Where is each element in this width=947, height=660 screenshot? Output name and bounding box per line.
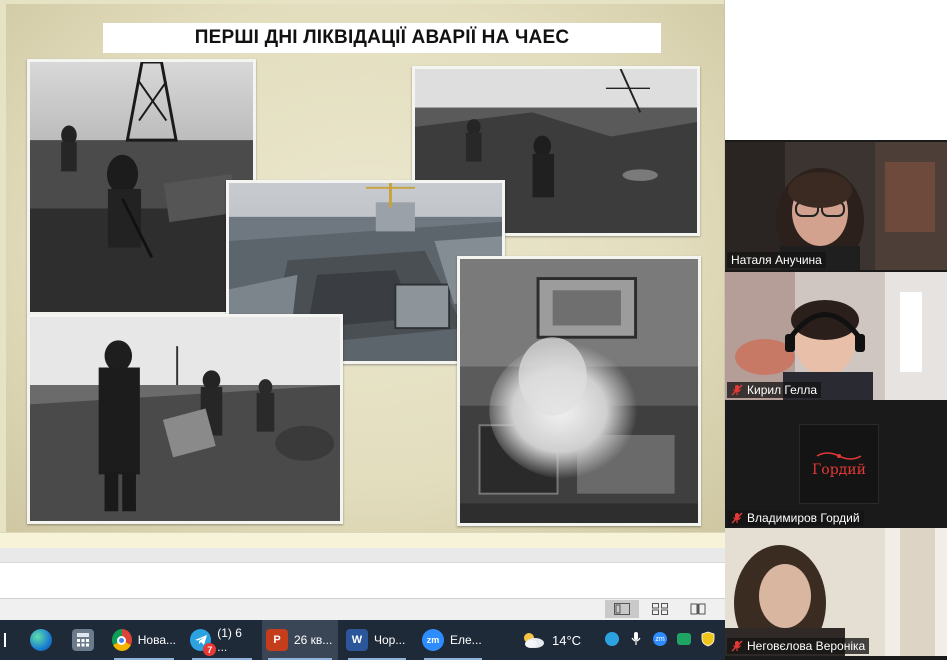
- mic-muted-icon: [731, 512, 743, 524]
- taskbar-telegram[interactable]: 7 (1) 6 ...: [186, 620, 258, 660]
- liquidators-on-roof-photo: [27, 59, 256, 315]
- cloud-sun-icon: [524, 633, 544, 648]
- participant-video: [725, 272, 947, 400]
- slide-title: ПЕРШІ ДНІ ЛІКВІДАЦІЇ АВАРІЇ НА ЧАЕС: [103, 23, 661, 53]
- telegram-icon: 7: [190, 629, 217, 656]
- taskbar-powerpoint[interactable]: P 26 кв...: [262, 620, 338, 660]
- slide-canvas: ПЕРШІ ДНІ ЛІКВІДАЦІЇ АВАРІЇ НА ЧАЕС: [0, 0, 725, 548]
- participant-name-label: Кирил Гелла: [727, 382, 822, 398]
- participant-tile-veronika[interactable]: Неговєлова Вероніка: [725, 528, 947, 656]
- slide-scroll-area[interactable]: [0, 548, 725, 562]
- security-shield-icon[interactable]: [699, 630, 717, 648]
- powerpoint-icon: P: [266, 629, 288, 651]
- word-icon: W: [346, 629, 368, 651]
- chrome-icon: [112, 629, 132, 651]
- participant-video: [725, 142, 947, 270]
- normal-view-button[interactable]: [605, 600, 639, 618]
- mic-muted-icon: [731, 640, 743, 652]
- calculator-icon: [72, 629, 94, 651]
- notes-pane[interactable]: [0, 562, 725, 598]
- participant-name-label: Наталя Анучина: [727, 252, 826, 268]
- workers-with-debris-photo: [27, 314, 343, 524]
- start-button[interactable]: [0, 620, 18, 660]
- avatar: Гордий: [799, 424, 879, 504]
- screen: ПЕРШІ ДНІ ЛІКВІДАЦІЇ АВАРІЇ НА ЧАЕС Ната…: [0, 0, 947, 660]
- weather-widget[interactable]: 14°C: [516, 620, 585, 660]
- participant-name-label: Неговєлова Вероніка: [727, 638, 870, 654]
- zoom-icon: zm: [422, 629, 444, 651]
- edge-icon: [30, 629, 52, 651]
- mic-muted-icon: [731, 384, 743, 396]
- participant-tile-natalia[interactable]: Наталя Анучина: [725, 142, 947, 270]
- taskbar-zoom[interactable]: zm Еле...: [418, 620, 488, 660]
- tray-app-icon[interactable]: [675, 630, 693, 648]
- slide-sorter-icon: [652, 603, 668, 615]
- slide-bottom-edge: [0, 532, 725, 548]
- reading-view-icon: [690, 603, 706, 615]
- ornament-icon: [816, 452, 862, 460]
- participant-tile-hordii[interactable]: Гордий Владимиров Гордий: [725, 400, 947, 528]
- participant-tile-kyryl[interactable]: Кирил Гелла: [725, 272, 947, 400]
- slide-sorter-button[interactable]: [643, 600, 677, 618]
- aerial-reactor-smoke-photo: [457, 256, 701, 526]
- reading-view-button[interactable]: [681, 600, 715, 618]
- notification-badge: 7: [203, 643, 217, 656]
- taskbar-word[interactable]: W Чор...: [342, 620, 412, 660]
- tray-zoom-icon[interactable]: zm: [651, 630, 669, 648]
- participant-name-label: Владимиров Гордий: [727, 510, 864, 526]
- participant-video: [725, 528, 947, 656]
- start-icon: [4, 633, 6, 647]
- taskbar-chrome[interactable]: Нова...: [108, 620, 180, 660]
- tray-telegram-icon[interactable]: [603, 630, 621, 648]
- normal-view-icon: [614, 603, 630, 615]
- microphone-icon[interactable]: [627, 630, 645, 648]
- taskbar-calculator[interactable]: [68, 620, 98, 660]
- taskbar-edge[interactable]: [26, 620, 56, 660]
